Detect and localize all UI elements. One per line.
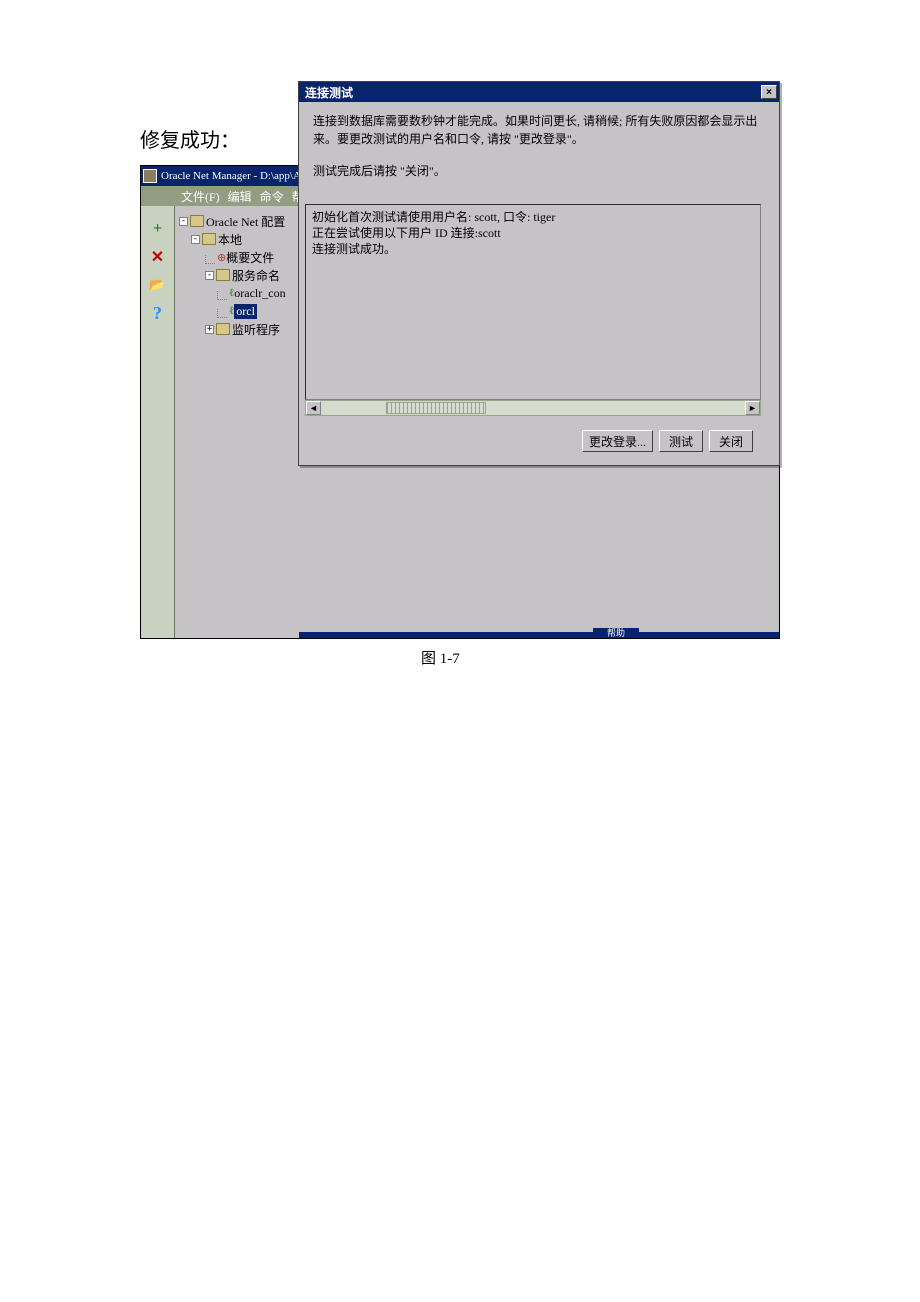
horizontal-scrollbar[interactable]: ◄ ► <box>305 400 761 416</box>
tree-service-naming-label: 服务命名 <box>232 267 280 284</box>
log-line-2: 正在尝试使用以下用户 ID 连接:scott <box>312 225 754 241</box>
tree-profile-label: 概要文件 <box>226 249 274 266</box>
tree-connector-icon <box>217 291 227 300</box>
connection-test-dialog: 连接测试 × 连接到数据库需要数秒钟才能完成。如果时间更长, 请稍候; 所有失败… <box>298 81 780 466</box>
test-button[interactable]: 测试 <box>659 430 703 452</box>
expand-icon[interactable]: + <box>205 325 214 334</box>
bottom-tab: 帮助 <box>593 628 639 638</box>
dialog-close-button[interactable]: × <box>761 85 777 99</box>
log-line-3: 连接测试成功。 <box>312 241 754 257</box>
menu-edit[interactable]: 编辑 <box>228 188 252 205</box>
dialog-para2: 测试完成后请按 "关闭"。 <box>313 162 765 180</box>
scroll-left-icon[interactable]: ◄ <box>306 401 321 415</box>
bottom-strip <box>299 632 779 638</box>
help-icon[interactable]: ? <box>148 303 168 323</box>
tree-root[interactable]: - Oracle Net 配置 <box>177 212 297 230</box>
tree-connector-icon <box>205 255 215 264</box>
config-icon <box>190 215 204 227</box>
tree-service-naming[interactable]: - 服务命名 <box>177 266 297 284</box>
close-button[interactable]: 关闭 <box>709 430 753 452</box>
change-login-button[interactable]: 更改登录... <box>582 430 653 452</box>
globe-icon: ⊕ <box>217 251 226 264</box>
scroll-right-icon[interactable]: ► <box>745 401 760 415</box>
menu-file[interactable]: 文件(F) <box>181 188 220 205</box>
tree-entry2-label: orcl <box>234 304 257 319</box>
dialog-log: 初始化首次测试请使用用户名: scott, 口令: tiger 正在尝试使用以下… <box>305 204 761 400</box>
figure-caption: 图 1-7 <box>421 647 460 668</box>
doc-heading: 修复成功： <box>140 124 240 153</box>
dialog-titlebar: 连接测试 × <box>299 82 779 102</box>
add-icon[interactable]: + <box>148 219 168 239</box>
tree-root-label: Oracle Net 配置 <box>206 213 285 230</box>
collapse-icon[interactable]: - <box>205 271 214 280</box>
folder-icon <box>202 233 216 245</box>
dialog-title-text: 连接测试 <box>305 84 353 101</box>
menu-command[interactable]: 命令 <box>260 188 284 205</box>
log-line-1: 初始化首次测试请使用用户名: scott, 口令: tiger <box>312 209 754 225</box>
dialog-buttons: 更改登录... 测试 关闭 <box>313 416 765 452</box>
tree-profile[interactable]: ⊕ 概要文件 <box>177 248 297 266</box>
tree-entry-orcl[interactable]: ℓ orcl <box>177 302 297 320</box>
app-icon <box>143 169 157 183</box>
tree-listeners-label: 监听程序 <box>232 321 280 338</box>
tree-entry-oraclr[interactable]: ℓ oraclr_con <box>177 284 297 302</box>
delete-icon[interactable]: ✕ <box>148 247 168 267</box>
tree-listeners[interactable]: + 监听程序 <box>177 320 297 338</box>
collapse-icon[interactable]: - <box>191 235 200 244</box>
tool-strip: + ✕ 📂 ? <box>141 206 175 638</box>
dialog-para1: 连接到数据库需要数秒钟才能完成。如果时间更长, 请稍候; 所有失败原因都会显示出… <box>313 112 765 148</box>
open-folder-icon[interactable]: 📂 <box>148 275 168 295</box>
folder-icon <box>216 269 230 281</box>
tree-local[interactable]: - 本地 <box>177 230 297 248</box>
collapse-icon[interactable]: - <box>179 217 188 226</box>
tree-connector-icon <box>217 309 227 318</box>
folder-icon <box>216 323 230 335</box>
tree-local-label: 本地 <box>218 231 242 248</box>
dialog-body: 连接到数据库需要数秒钟才能完成。如果时间更长, 请稍候; 所有失败原因都会显示出… <box>299 102 779 452</box>
scroll-thumb[interactable] <box>386 402 486 414</box>
tree-entry1-label: oraclr_con <box>234 286 285 301</box>
tree-panel: - Oracle Net 配置 - 本地 ⊕ 概要文件 - 服务命名 <box>175 206 299 638</box>
